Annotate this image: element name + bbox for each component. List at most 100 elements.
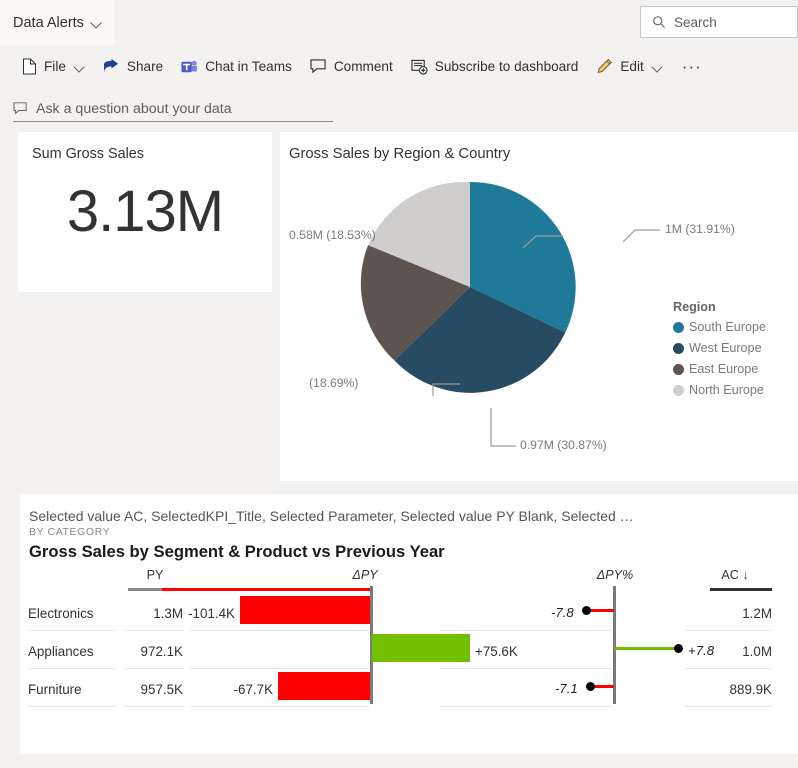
row-label-appliances[interactable]: Appliances	[28, 644, 94, 659]
dot-dpypct-appliances[interactable]	[674, 644, 683, 653]
chat-in-teams-label: Chat in Teams	[205, 59, 292, 74]
legend-swatch-icon	[673, 321, 684, 333]
page-title: Data Alerts	[13, 14, 84, 31]
column-header-py[interactable]: PY	[115, 568, 195, 582]
legend-swatch-icon	[673, 384, 684, 396]
edit-button[interactable]: Edit	[587, 51, 671, 83]
chat-in-teams-button[interactable]: Chat in Teams	[172, 51, 301, 83]
legend-item-east-europe[interactable]: East Europe	[673, 362, 766, 376]
dot-dpypct-electronics[interactable]	[582, 606, 591, 615]
row-divider	[440, 630, 613, 631]
share-label: Share	[126, 59, 164, 74]
row-divider	[124, 706, 184, 707]
legend-title: Region	[673, 300, 716, 314]
comment-icon	[13, 102, 27, 115]
row-divider	[28, 706, 116, 707]
search-icon	[653, 16, 665, 28]
edit-label: Edit	[620, 59, 644, 74]
row-label-electronics[interactable]: Electronics	[28, 606, 94, 621]
chevron-down-icon[interactable]	[653, 62, 663, 72]
row-divider	[190, 706, 370, 707]
variance-title: Gross Sales by Segment & Product vs Prev…	[29, 542, 445, 561]
pie-label-west-europe: 0.97M (30.87%)	[520, 438, 607, 452]
comment-label: Comment	[333, 59, 393, 74]
search-input[interactable]: Search	[640, 6, 798, 38]
variance-plot: PY ΔPY ΔPY% AC ↓ Electronics 1.3M -101.4…	[20, 568, 798, 713]
pie-label-south-europe: 1M (31.91%)	[665, 222, 735, 236]
row-divider	[440, 668, 613, 669]
bar-dpy-electronics[interactable]	[240, 596, 370, 624]
legend-label: East Europe	[689, 362, 759, 376]
subscribe-icon	[411, 59, 428, 75]
teams-icon	[181, 60, 198, 72]
search-placeholder: Search	[674, 14, 717, 30]
cell-dpy-label-furniture: -67.7K	[233, 682, 273, 697]
row-divider	[28, 668, 116, 669]
more-options-button[interactable]: ···	[672, 57, 712, 77]
kpi-title: Sum Gross Sales	[32, 146, 144, 162]
pie-chart-plot: 0.58M (18.53%) 1M (31.91%) (18.69%) 0.97…	[280, 162, 798, 472]
cell-dpypct-label-furniture: -7.1	[555, 681, 578, 696]
pie-label-east-europe: (18.69%)	[309, 376, 359, 390]
variance-by-category: BY CATEGORY	[29, 526, 111, 538]
row-divider	[124, 668, 184, 669]
row-divider	[28, 630, 116, 631]
variance-subtitle: Selected value AC, SelectedKPI_Title, Se…	[29, 508, 634, 524]
file-button[interactable]: File	[13, 51, 94, 83]
row-divider	[440, 706, 613, 707]
subscribe-to-dashboard-button[interactable]: Subscribe to dashboard	[402, 51, 588, 83]
column-header-dpypct[interactable]: ΔPY%	[575, 568, 655, 582]
kpi-value: 3.13M	[66, 179, 224, 244]
cell-dpypct-label-electronics: -7.8	[551, 605, 574, 620]
share-button[interactable]: Share	[94, 51, 172, 83]
pie-chart-title: Gross Sales by Region & Country	[289, 146, 511, 162]
kpi-card-sum-gross-sales[interactable]: Sum Gross Sales 3.13M	[18, 132, 272, 292]
legend-item-south-europe[interactable]: South Europe	[673, 320, 766, 334]
row-divider	[685, 630, 772, 631]
cell-py-furniture: 957.5K	[140, 682, 183, 697]
bar-dpy-furniture[interactable]	[278, 672, 370, 700]
legend-item-west-europe[interactable]: West Europe	[673, 341, 766, 355]
pencil-icon	[597, 58, 613, 74]
row-divider	[685, 668, 772, 669]
chevron-down-icon[interactable]	[92, 18, 102, 28]
file-label: File	[44, 59, 66, 74]
app-header: Data Alerts Search	[0, 0, 798, 45]
row-divider	[685, 706, 772, 707]
subscribe-label: Subscribe to dashboard	[434, 59, 579, 74]
share-icon	[103, 59, 118, 73]
dashboard-title-menu[interactable]: Data Alerts	[0, 0, 114, 45]
cell-ac-electronics: 1.2M	[742, 606, 772, 621]
comment-button[interactable]: Comment	[301, 51, 402, 83]
comment-icon	[310, 59, 326, 74]
legend-label: North Europe	[689, 383, 764, 397]
legend-label: South Europe	[689, 320, 767, 334]
pie-chart-card[interactable]: Gross Sales by Region & Country 0.58M (1…	[280, 132, 798, 481]
row-divider	[190, 630, 370, 631]
column-header-ac[interactable]: AC ↓	[695, 568, 775, 582]
cell-dpy-label-appliances: +75.6K	[475, 644, 518, 659]
qna-bar: Ask a question about your data	[0, 88, 798, 132]
variance-chart-card[interactable]: Selected value AC, SelectedKPI_Title, Se…	[20, 494, 798, 754]
row-label-furniture[interactable]: Furniture	[28, 682, 82, 697]
dashboard-toolbar: File Share Chat in Teams Comment Subscri…	[0, 45, 798, 88]
legend-swatch-icon	[673, 342, 684, 354]
legend-item-north-europe[interactable]: North Europe	[673, 383, 766, 397]
row-divider	[190, 668, 370, 669]
dot-dpypct-furniture[interactable]	[586, 682, 595, 691]
rule-ac	[710, 588, 772, 591]
cell-ac-appliances: 1.0M	[742, 644, 772, 659]
legend-swatch-icon	[673, 363, 684, 375]
qna-input[interactable]: Ask a question about your data	[13, 96, 333, 122]
row-divider	[124, 630, 184, 631]
rule-dpy	[162, 588, 370, 591]
pin-dpypct-appliances[interactable]	[615, 647, 678, 650]
legend-label: West Europe	[689, 341, 762, 355]
cell-py-appliances: 972.1K	[140, 644, 183, 659]
bar-dpy-appliances[interactable]	[372, 634, 470, 662]
column-header-dpy[interactable]: ΔPY	[325, 568, 405, 582]
qna-placeholder: Ask a question about your data	[36, 100, 232, 117]
pie-label-north-europe: 0.58M (18.53%)	[289, 228, 376, 242]
pie-legend: Region South Europe West Europe East Eur…	[673, 300, 766, 404]
chevron-down-icon[interactable]	[75, 62, 85, 72]
